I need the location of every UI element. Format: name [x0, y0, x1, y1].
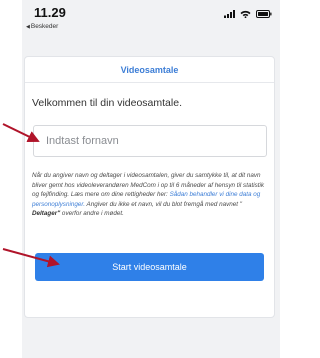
wifi-icon [240, 10, 251, 18]
status-time: 11.29 [34, 5, 66, 20]
consent-text-part2: Angiver du ikke et navn, vil du blot fre… [84, 200, 243, 208]
first-name-input[interactable] [34, 126, 266, 156]
back-label: Beskeder [30, 23, 59, 30]
battery-icon [256, 10, 272, 18]
back-to-messages-link[interactable]: ◀Beskeder [26, 23, 58, 30]
card-title: Videosamtale [120, 65, 179, 75]
status-icons [224, 10, 272, 18]
back-arrow-icon: ◀ [26, 24, 30, 30]
participant-default-name: Deltager" [32, 210, 61, 218]
video-call-card: Videosamtale Velkommen til din videosamt… [24, 56, 275, 318]
status-bar: 11.29 ◀Beskeder [22, 0, 280, 40]
first-name-field[interactable] [33, 125, 267, 157]
consent-text-part3: overfor andre i mødet. [60, 210, 124, 218]
consent-info-text: Når du angiver navn og deltager i videos… [32, 171, 270, 219]
signal-icon [224, 10, 235, 18]
welcome-text: Velkommen til din videosamtale. [32, 97, 182, 109]
phone-screen: 11.29 ◀Beskeder Videosamtale Velkommen t… [22, 0, 280, 358]
card-divider [25, 82, 274, 83]
start-video-call-button[interactable]: Start videosamtale [35, 253, 264, 281]
